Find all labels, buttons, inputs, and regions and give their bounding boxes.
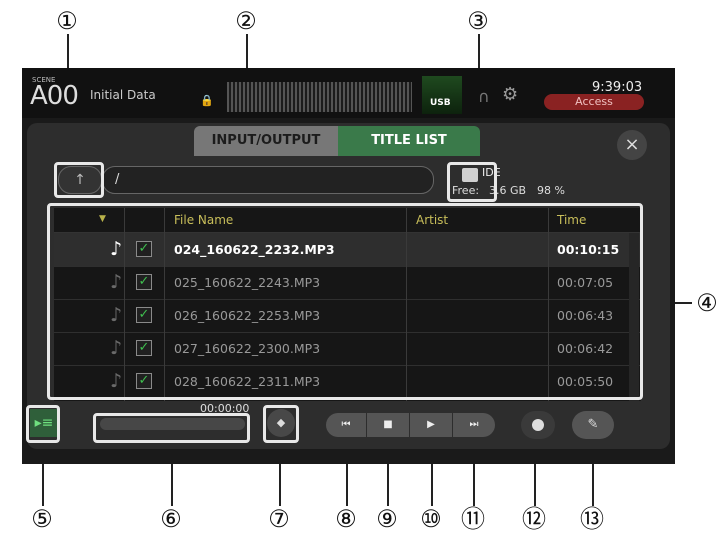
top-bar: SCENE A00 Initial Data 🔒 USB ∩ ⚙ 9:39:03… xyxy=(22,68,675,118)
tab-title-list[interactable]: TITLE LIST xyxy=(338,126,480,156)
callout-13: ⑬ xyxy=(580,505,604,533)
record-icon xyxy=(532,419,544,431)
scene-number[interactable]: A00 xyxy=(30,81,79,111)
gear-icon[interactable]: ⚙ xyxy=(502,84,518,105)
scene-title[interactable]: Initial Data xyxy=(90,88,156,102)
headphone-icon[interactable]: ∩ xyxy=(478,87,490,106)
free-percent: 98 % xyxy=(537,184,565,197)
record-button[interactable] xyxy=(521,411,555,439)
callout-5: ⑤ xyxy=(31,505,53,533)
callout-4: ④ xyxy=(696,289,718,317)
highlight-up-button xyxy=(54,162,104,198)
usb-button[interactable]: USB xyxy=(422,76,462,116)
callout-12: ⑫ xyxy=(522,505,546,533)
usb-icon: USB xyxy=(430,98,451,108)
callout-10: ⑩ xyxy=(420,505,442,533)
callout-3: ③ xyxy=(467,7,489,35)
highlight-list-button xyxy=(26,405,60,443)
close-button[interactable]: × xyxy=(617,130,647,160)
next-button[interactable]: ⏭ xyxy=(453,413,495,437)
highlight-drive-info xyxy=(447,162,497,202)
highlight-progress xyxy=(93,413,250,443)
callout-11: ⑪ xyxy=(461,505,485,533)
access-indicator: Access xyxy=(544,94,644,110)
lock-icon: 🔒 xyxy=(200,94,214,107)
callout-2: ② xyxy=(235,7,257,35)
current-path-field: / xyxy=(102,166,434,194)
highlight-table xyxy=(47,203,643,400)
callout-9: ⑨ xyxy=(376,505,398,533)
highlight-mode-button xyxy=(263,405,299,443)
level-meters[interactable] xyxy=(227,82,412,112)
usb-highlight xyxy=(422,76,462,114)
edit-title-button[interactable]: ✎ xyxy=(572,411,614,439)
stop-button[interactable]: ■ xyxy=(367,413,409,437)
callout-7: ⑦ xyxy=(268,505,290,533)
callout-1: ① xyxy=(56,7,78,35)
callout-6: ⑥ xyxy=(160,505,182,533)
play-button[interactable]: ▶ xyxy=(410,413,452,437)
callout-8: ⑧ xyxy=(335,505,357,533)
tab-input-output[interactable]: INPUT/OUTPUT xyxy=(194,126,338,156)
current-path: / xyxy=(115,172,120,187)
previous-button[interactable]: ⏮ xyxy=(326,413,366,437)
clock: 9:39:03 xyxy=(592,80,643,95)
